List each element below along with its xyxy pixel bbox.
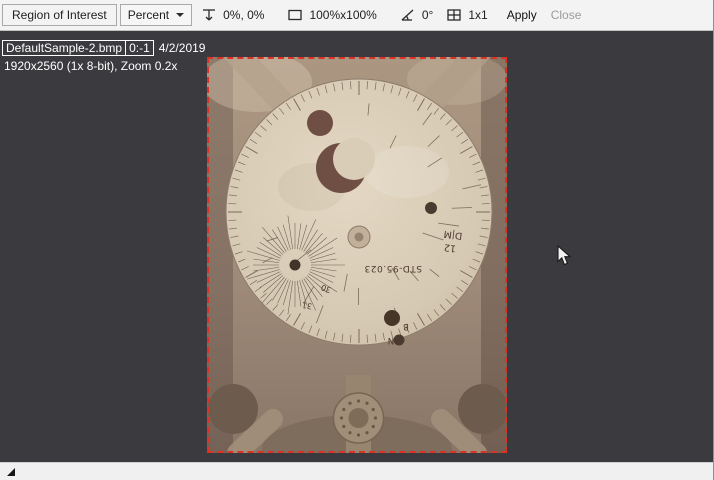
mouse-cursor xyxy=(557,245,572,266)
image-viewer-window: { "toolbar": { "roi_label": "Region of I… xyxy=(0,0,714,480)
origin-position-icon xyxy=(200,6,218,24)
chevron-down-icon xyxy=(176,13,185,17)
region-of-interest-button[interactable]: Region of Interest xyxy=(2,4,117,26)
roi-grid-value: 1x1 xyxy=(468,8,488,22)
filename-text: DefaultSample-2.bmp xyxy=(6,41,123,55)
filename-field[interactable]: DefaultSample-2.bmp 0:-1 xyxy=(2,40,154,56)
file-date: 4/2/2019 xyxy=(158,41,206,55)
status-bar xyxy=(0,462,713,480)
units-dropdown[interactable]: Percent xyxy=(119,4,193,26)
image-info-overlay: DefaultSample-2.bmp 0:-1 4/2/2019 1920x2… xyxy=(2,40,205,73)
frame-range-text: 0:-1 xyxy=(125,41,153,55)
roi-toolbar: Region of Interest Percent 0%, 0% 100%x1… xyxy=(0,0,713,31)
units-dropdown-value: Percent xyxy=(127,8,170,22)
roi-angle-value: 0° xyxy=(421,8,434,22)
grid-icon xyxy=(445,6,463,24)
roi-size-field[interactable]: 100%x100% xyxy=(286,6,377,24)
label-b: B xyxy=(403,321,409,331)
watch-dial-image: STD-95.023 D|M 12 JAN B 31 30 xyxy=(207,57,507,453)
image-canvas[interactable]: DefaultSample-2.bmp 0:-1 4/2/2019 1920x2… xyxy=(0,31,713,462)
roi-grid-field[interactable]: 1x1 xyxy=(445,6,488,24)
apply-button[interactable]: Apply xyxy=(502,5,542,25)
angle-icon xyxy=(399,6,417,24)
roi-angle-field[interactable]: 0° xyxy=(399,6,433,24)
selection-rectangle-icon xyxy=(286,6,304,24)
label-31: 31 xyxy=(301,300,313,311)
label-std: STD-95.023 xyxy=(364,263,422,273)
roi-size-value: 100%x100% xyxy=(309,8,377,22)
moon-dot xyxy=(307,110,333,136)
roi-position-field[interactable]: 0%, 0% xyxy=(200,6,264,24)
roi-position-value: 0%, 0% xyxy=(223,8,265,22)
label-dm: D|M xyxy=(443,228,463,241)
image-details: 1920x2560 (1x 8-bit), Zoom 0.2x xyxy=(4,59,178,73)
expander-triangle-icon[interactable] xyxy=(5,466,17,478)
label-12: 12 xyxy=(443,241,456,253)
close-button[interactable]: Close xyxy=(546,5,587,25)
specimen-photo[interactable]: STD-95.023 D|M 12 JAN B 31 30 xyxy=(207,57,507,453)
label-jan: JAN xyxy=(388,335,404,345)
